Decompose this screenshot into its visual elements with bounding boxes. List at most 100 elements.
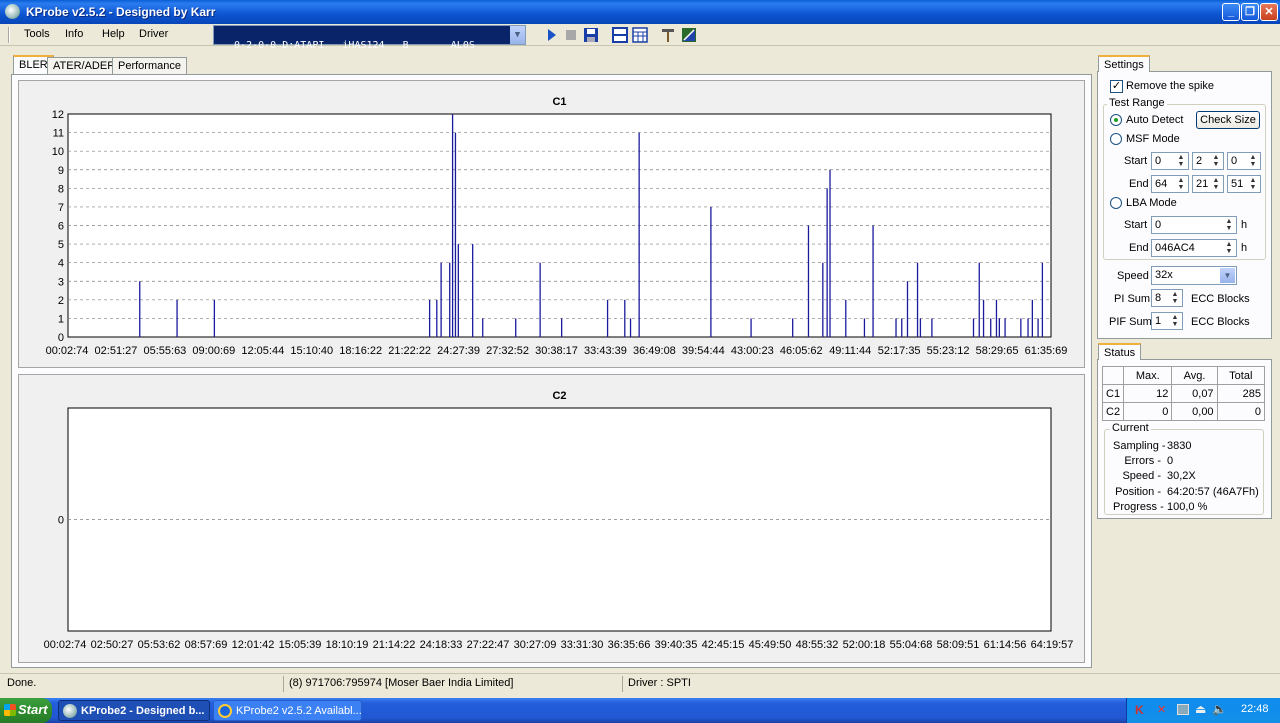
tab-performance[interactable]: Performance xyxy=(112,57,187,75)
msf-end-frame-spinner[interactable]: 51 ▲ ▼ xyxy=(1227,175,1261,193)
table-row: C1 12 0,07 285 xyxy=(1101,384,1266,403)
msf-end-sec-spinner[interactable]: 21 ▲ ▼ xyxy=(1192,175,1224,193)
windows-logo-icon xyxy=(4,704,16,716)
test-range-title: Test Range xyxy=(1107,97,1167,109)
save-icon[interactable] xyxy=(583,27,599,43)
y-tick-label: 9 xyxy=(58,165,64,177)
table-cell: 0 xyxy=(1123,402,1173,421)
x-tick-label: 05:55:63 xyxy=(143,345,186,357)
settings-icon[interactable] xyxy=(660,27,676,43)
network-icon[interactable]: ✕ xyxy=(1157,703,1166,716)
x-tick-label: 45:49:50 xyxy=(749,639,792,651)
x-tick-label: 18:16:22 xyxy=(339,345,382,357)
spinner-arrows-icon[interactable]: ▲ ▼ xyxy=(1247,154,1259,168)
remove-spike-label: Remove the spike xyxy=(1126,80,1215,92)
speed-select[interactable]: 32x ▼ xyxy=(1151,266,1237,285)
restore-button[interactable]: ❐ xyxy=(1241,3,1259,21)
spinner-arrows-icon[interactable]: ▲ ▼ xyxy=(1169,314,1181,328)
status-tab[interactable]: Status xyxy=(1098,343,1142,360)
lba-start-spinner[interactable]: 0 ▲ ▼ xyxy=(1151,216,1237,234)
msf-mode-radio[interactable] xyxy=(1110,133,1122,145)
monitor-icon[interactable] xyxy=(1177,704,1189,715)
spinner-arrows-icon[interactable]: ▲ ▼ xyxy=(1169,291,1181,305)
spinner-arrows-icon[interactable]: ▲ ▼ xyxy=(1175,154,1187,168)
clock[interactable]: 22:48 xyxy=(1241,703,1269,715)
menu-info[interactable]: Info xyxy=(65,28,83,40)
spinner-arrows-icon[interactable]: ▲ ▼ xyxy=(1223,218,1235,232)
task-browser[interactable]: KProbe2 v2.5.2 Availabl... xyxy=(213,700,362,721)
sampling-value: 3830 xyxy=(1167,440,1192,452)
task-label: KProbe2 v2.5.2 Availabl... xyxy=(236,705,362,717)
lba-start-hex-suffix: h xyxy=(1241,219,1248,231)
start-button[interactable]: Start xyxy=(0,698,52,723)
pi-sum-spinner[interactable]: 8 ▲ ▼ xyxy=(1151,289,1183,307)
menu-help[interactable]: Help xyxy=(102,28,125,40)
x-tick-label: 52:00:18 xyxy=(843,639,886,651)
pif-sum-value: 1 xyxy=(1155,315,1162,327)
auto-detect-label: Auto Detect xyxy=(1126,114,1184,126)
msf-start-frame-spinner[interactable]: 0 ▲ ▼ xyxy=(1227,152,1261,170)
kaspersky-icon[interactable]: K xyxy=(1135,703,1147,717)
task-kprobe-active[interactable]: KProbe2 - Designed b... xyxy=(58,700,210,721)
volume-icon[interactable]: 🔈 xyxy=(1212,702,1227,716)
x-tick-label: 46:05:62 xyxy=(780,345,823,357)
grip xyxy=(8,27,10,43)
position-value: 64:20:57 (46A7Fh) xyxy=(1167,486,1259,498)
y-tick-label: 0 xyxy=(58,515,64,527)
x-tick-label: 00:02:74 xyxy=(46,345,89,357)
test-icon[interactable] xyxy=(681,27,697,43)
x-tick-label: 24:18:33 xyxy=(420,639,463,651)
status-bar: Done. (8) 971706:795974 [Moser Baer Indi… xyxy=(0,673,1280,693)
c2-chart: C2 0 00:02:74 02:50:27 05:53:62 08:57:69 12:01… xyxy=(44,390,1074,651)
y-tick-label: 0 xyxy=(58,332,64,344)
spinner-arrows-icon[interactable]: ▲ ▼ xyxy=(1247,177,1259,191)
menu-driver[interactable]: Driver xyxy=(139,28,168,40)
x-tick-label: 05:53:62 xyxy=(138,639,181,651)
x-tick-label: 02:50:27 xyxy=(91,639,134,651)
system-tray: K ✕ ⏏ 🔈 22:48 xyxy=(1126,698,1280,723)
lba-mode-radio[interactable] xyxy=(1110,197,1122,209)
x-tick-label: 21:14:22 xyxy=(373,639,416,651)
pif-sum-spinner[interactable]: 1 ▲ ▼ xyxy=(1151,312,1183,330)
msf-start-sec-spinner[interactable]: 2 ▲ ▼ xyxy=(1192,152,1224,170)
settings-tab[interactable]: Settings xyxy=(1098,55,1150,72)
chevron-down-icon[interactable]: ▼ xyxy=(510,26,525,44)
y-tick-label: 11 xyxy=(53,128,64,140)
x-tick-label: 15:10:40 xyxy=(290,345,333,357)
drive-select[interactable]: 0-2-0-0 D:ATAPI iHAS124 B AL0S ▼ xyxy=(213,25,526,51)
spinner-arrows-icon[interactable]: ▲ ▼ xyxy=(1210,154,1222,168)
play-icon[interactable] xyxy=(544,27,560,43)
spinner-arrows-icon[interactable]: ▲ ▼ xyxy=(1210,177,1222,191)
c2-chart-frame: C2 0 00:02:74 02:50:27 05:53:62 08:57:69 12:01… xyxy=(18,374,1085,663)
check-size-button[interactable]: Check Size xyxy=(1196,111,1260,129)
progress-value: 100,0 % xyxy=(1167,501,1208,513)
minimize-button[interactable]: _ xyxy=(1222,3,1240,21)
chart-title: C1 xyxy=(552,96,566,108)
y-tick-label: 3 xyxy=(58,276,64,288)
usb-icon[interactable]: ⏏ xyxy=(1195,702,1206,716)
tab-ater-ader[interactable]: ATER/ADER xyxy=(47,57,122,75)
x-tick-label: 58:29:65 xyxy=(976,345,1019,357)
msf-start-min-spinner[interactable]: 0 ▲ ▼ xyxy=(1151,152,1189,170)
lba-end-spinner[interactable]: 046AC4 ▲ ▼ xyxy=(1151,239,1237,257)
close-button[interactable]: ✕ xyxy=(1260,3,1278,21)
msf-end-min-spinner[interactable]: 64 ▲ ▼ xyxy=(1151,175,1189,193)
grid-icon[interactable] xyxy=(632,27,648,43)
app-icon xyxy=(5,4,20,19)
c1-chart-frame: C1 0 1 2 3 4 5 6 7 8 9 10 11 12 00:02:74 02:51:27 05:55:… xyxy=(18,80,1085,368)
task-label: KProbe2 - Designed b... xyxy=(81,705,205,717)
remove-spike-checkbox[interactable]: ✓ xyxy=(1110,80,1123,93)
lba-start-label: Start xyxy=(1124,219,1148,231)
auto-detect-radio[interactable] xyxy=(1110,114,1122,126)
errors-label: Errors - xyxy=(1124,455,1161,467)
layout-icon[interactable] xyxy=(612,27,628,43)
menu-tools[interactable]: Tools xyxy=(24,28,50,40)
spinner-arrows-icon[interactable]: ▲ ▼ xyxy=(1223,241,1235,255)
x-tick-label: 64:19:57 xyxy=(1031,639,1074,651)
chevron-down-icon[interactable]: ▼ xyxy=(1220,268,1235,283)
spinner-arrows-icon[interactable]: ▲ ▼ xyxy=(1175,177,1187,191)
pi-ecc-blocks-label: ECC Blocks xyxy=(1191,293,1250,305)
stop-icon[interactable] xyxy=(563,27,579,43)
y-tick-label: 2 xyxy=(58,295,64,307)
x-tick-label: 02:51:27 xyxy=(95,345,138,357)
